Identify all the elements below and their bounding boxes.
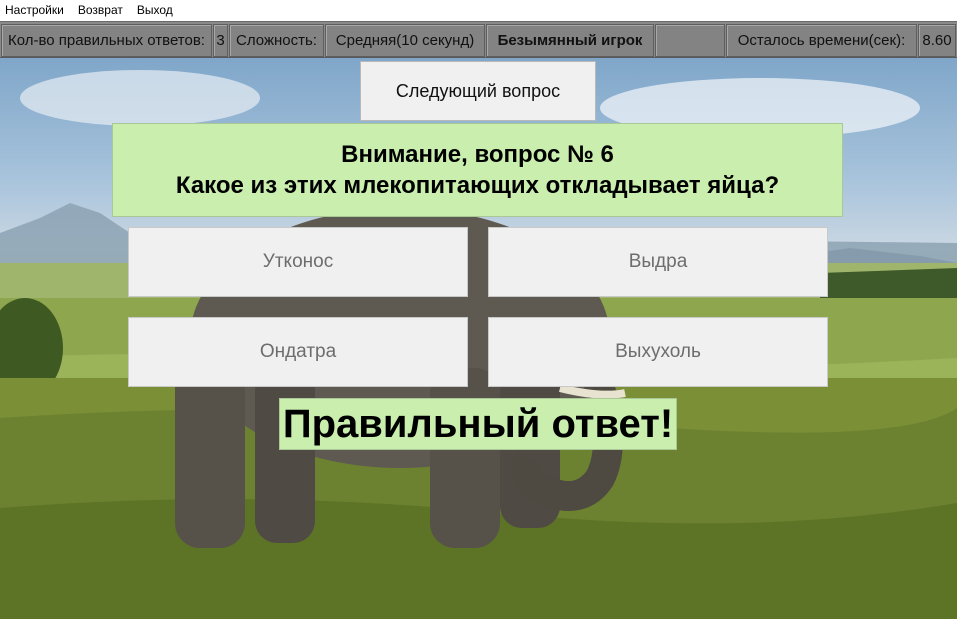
menu-exit[interactable]: Выход	[130, 0, 180, 20]
result-banner: Правильный ответ!	[279, 398, 677, 450]
question-panel: Внимание, вопрос № 6 Какое из этих млеко…	[112, 123, 843, 217]
time-remaining-label: Осталось времени(сек):	[726, 24, 917, 57]
question-text: Какое из этих млекопитающих откладывает …	[175, 172, 780, 199]
menu-back[interactable]: Возврат	[71, 0, 130, 20]
time-remaining-value: 8.60	[918, 24, 956, 57]
answer-button-1[interactable]: Утконос	[128, 227, 468, 297]
difficulty-label: Сложность:	[229, 24, 324, 57]
answer-button-4[interactable]: Выхухоль	[488, 317, 828, 387]
status-bar: Кол-во правильных ответов: 3 Сложность: …	[0, 21, 957, 58]
menu-settings[interactable]: Настройки	[0, 0, 71, 20]
menu-bar: Настройки Возврат Выход	[0, 0, 957, 20]
correct-count-label: Кол-во правильных ответов:	[1, 24, 212, 57]
next-question-button[interactable]: Следующий вопрос	[360, 61, 596, 121]
correct-count-value: 3	[213, 24, 228, 57]
answer-button-2[interactable]: Выдра	[488, 227, 828, 297]
player-name: Безымянный игрок	[486, 24, 654, 57]
status-spacer	[655, 24, 725, 57]
answer-button-3[interactable]: Ондатра	[128, 317, 468, 387]
question-heading: Внимание, вопрос № 6	[341, 141, 614, 168]
difficulty-value: Средняя(10 секунд)	[325, 24, 485, 57]
